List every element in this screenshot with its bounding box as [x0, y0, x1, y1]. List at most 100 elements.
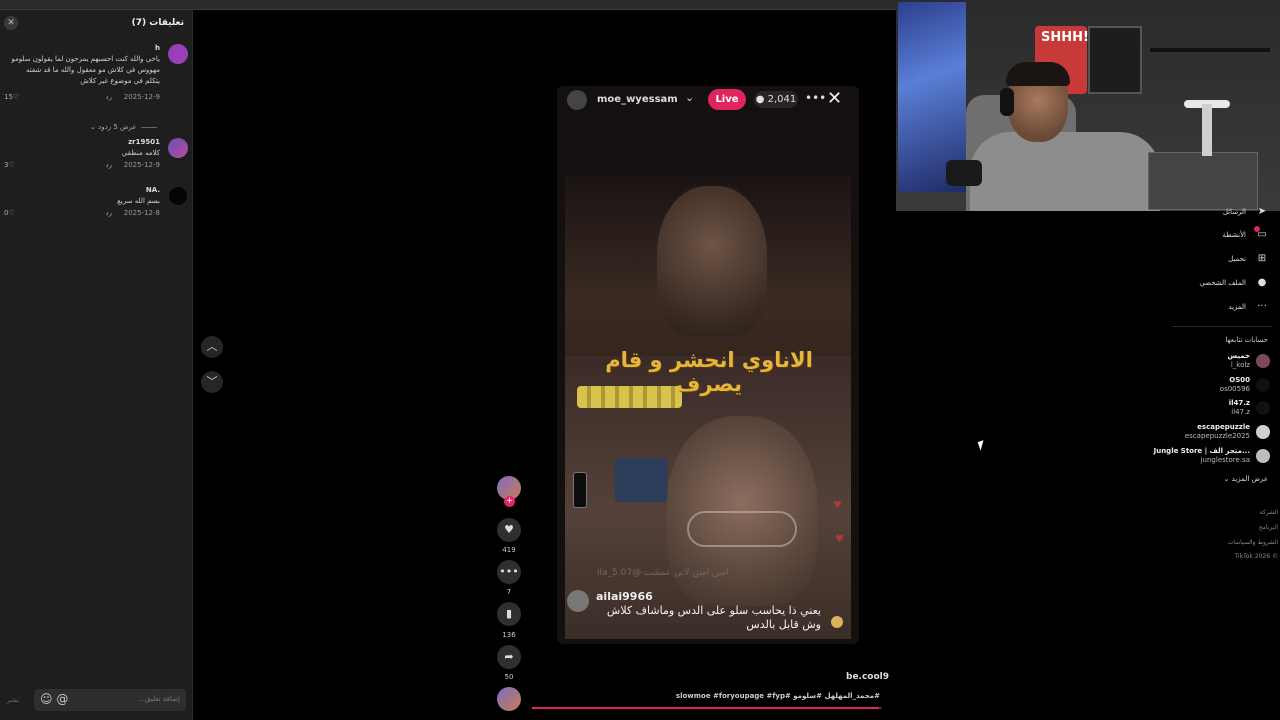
wall-board: [1088, 26, 1142, 94]
video-player[interactable]: الاناوي انحشر و قام يصرف ♥ ♥ moe_wyessam…: [557, 86, 859, 644]
nav-label: المزيد: [1228, 303, 1246, 311]
following-account[interactable]: OS00 os00596: [1150, 376, 1270, 396]
comment-input[interactable]: ☺ @ إضافة تعليق...: [34, 689, 186, 711]
nav-item-more[interactable]: المزيد ···: [1160, 301, 1270, 317]
close-icon[interactable]: ✕: [4, 16, 18, 30]
comment-username[interactable]: NA.: [146, 186, 160, 194]
see-more-label: عرض المزيد: [1231, 475, 1268, 483]
comment-text: بسم الله سريع: [117, 197, 160, 205]
mention-icon[interactable]: @: [56, 692, 68, 706]
nav-item-messages[interactable]: الرسائل ➤: [1160, 206, 1270, 222]
comment-button[interactable]: •••: [497, 560, 521, 584]
faded-comment: امين امين لاني عمشت @ila_5.07: [597, 568, 729, 578]
divider: [140, 126, 157, 128]
account-handle: l_kolz: [1230, 361, 1250, 369]
streamer-avatar[interactable]: [567, 90, 587, 110]
chevron-down-icon: ⌄: [1223, 475, 1230, 483]
like-count: 419: [502, 546, 516, 554]
heart-icon: ♥: [504, 523, 514, 536]
following-account[interactable]: خميس l_kolz: [1150, 352, 1270, 372]
comment-text: كلامه منطقي: [121, 149, 160, 157]
nav-item-profile[interactable]: الملف الشخصي ●: [1160, 277, 1270, 293]
comment-like-button[interactable]: 3♡: [4, 161, 15, 169]
live-comment-avatar: [567, 590, 589, 612]
avatar[interactable]: [168, 44, 188, 64]
reply-button[interactable]: رد: [106, 161, 113, 169]
comment-like-button[interactable]: 0♡: [4, 209, 15, 217]
comment-username[interactable]: h: [155, 44, 160, 52]
share-count: 50: [504, 673, 514, 681]
emoji-icon[interactable]: ☺: [40, 692, 53, 706]
video-progress-bar[interactable]: [532, 707, 882, 709]
comment-username[interactable]: zr19501: [128, 138, 160, 146]
live-badge[interactable]: Live: [708, 89, 746, 110]
comment-date: 2025-12-9: [123, 161, 160, 169]
eye-icon: ●: [755, 94, 765, 105]
nav-item-activity[interactable]: الأنشطة ▭: [1160, 226, 1270, 245]
previous-video-button[interactable]: ︿: [201, 336, 223, 358]
save-button[interactable]: ▮: [497, 602, 521, 626]
send-icon: ➤: [1257, 206, 1267, 217]
more-icon[interactable]: •••: [805, 91, 826, 105]
follow-plus-icon[interactable]: +: [504, 496, 515, 507]
share-button[interactable]: ➦: [497, 645, 521, 669]
pc-case: [1148, 152, 1258, 210]
account-name: OS00: [1229, 376, 1250, 384]
comments-title: تعليقات (7): [131, 18, 184, 28]
heart-icon: ♡: [8, 161, 15, 169]
live-comment-text: يعني ذا يحاسب سلو على الدس وماشاف كلاش و…: [606, 604, 821, 631]
following-account[interactable]: il47.z il47.z: [1150, 399, 1270, 419]
next-video-button[interactable]: ﹀: [201, 371, 223, 393]
share-icon: ➦: [504, 650, 514, 663]
nav-label: الرسائل: [1222, 208, 1246, 216]
avatar: [1256, 449, 1270, 463]
video-person-top: [657, 186, 767, 336]
upload-icon: ⊞: [1257, 253, 1267, 264]
comment-date: 2025-12-9: [123, 93, 160, 101]
lamp-stand: [1202, 104, 1212, 156]
bookmark-icon: ▮: [505, 607, 513, 620]
nav-label: تحميل: [1228, 255, 1246, 263]
reply-button[interactable]: رد: [106, 209, 113, 217]
mouse-cursor: [977, 440, 987, 451]
music-disc-avatar[interactable]: [497, 687, 521, 711]
avatar[interactable]: [168, 138, 188, 158]
avatar[interactable]: [168, 186, 188, 206]
nav-item-upload[interactable]: تحميل ⊞: [1160, 253, 1270, 269]
browser-top-strip: [0, 0, 900, 10]
see-more-button[interactable]: عرض المزيد ⌄: [1224, 475, 1268, 483]
headset: [1000, 88, 1014, 116]
wall-shelf: [1150, 48, 1270, 52]
composer-icons: ☺ @: [40, 692, 68, 706]
like-button[interactable]: ♥: [497, 518, 521, 542]
comment-like-button[interactable]: 15♡: [4, 93, 19, 101]
avatar: [1256, 354, 1270, 368]
description-hashtags[interactable]: #محمد_المهلهل #سلومو #slowmoe #foryoupag…: [640, 692, 880, 700]
account-handle: os00596: [1219, 385, 1250, 393]
heart-icon: ♡: [12, 93, 20, 101]
following-account[interactable]: Jungle Store | متجر الف... junglestore.sa: [1150, 447, 1270, 467]
account-handle: escapepuzzle2025: [1184, 432, 1250, 440]
profile-icon: ●: [1257, 277, 1267, 288]
footer-link[interactable]: الشركة: [1260, 509, 1278, 516]
following-account[interactable]: escapepuzzle escapepuzzle2025: [1150, 423, 1270, 443]
footer-link[interactable]: الشروط والسياسات: [1228, 539, 1278, 546]
account-handle: il47.z: [1231, 408, 1250, 416]
post-button[interactable]: نشر: [7, 696, 19, 704]
close-icon[interactable]: ✕: [827, 88, 842, 109]
description-username[interactable]: be.cool9: [846, 672, 889, 682]
progress-fill: [532, 707, 879, 709]
streamer-hoodie: [970, 132, 1160, 211]
chevron-down-icon[interactable]: ⌄: [685, 91, 694, 104]
wall-sign-text: SHHH!: [1041, 30, 1089, 45]
view-replies-button[interactable]: عرض 5 ردود ⌄: [90, 123, 157, 131]
footer-link[interactable]: البرنامج: [1259, 524, 1278, 531]
account-name: خميس: [1227, 352, 1251, 360]
viewer-count-value: 2,041: [767, 94, 797, 105]
streamer-name[interactable]: moe_wyessam: [597, 94, 678, 105]
view-replies-label: عرض 5 ردود: [98, 123, 137, 131]
webcam-overlay: SHHH!: [896, 0, 1280, 211]
heart-icon: ♡: [8, 209, 15, 217]
reply-button[interactable]: رد: [106, 93, 113, 101]
following-title: حسابات تتابعها: [1225, 336, 1268, 344]
